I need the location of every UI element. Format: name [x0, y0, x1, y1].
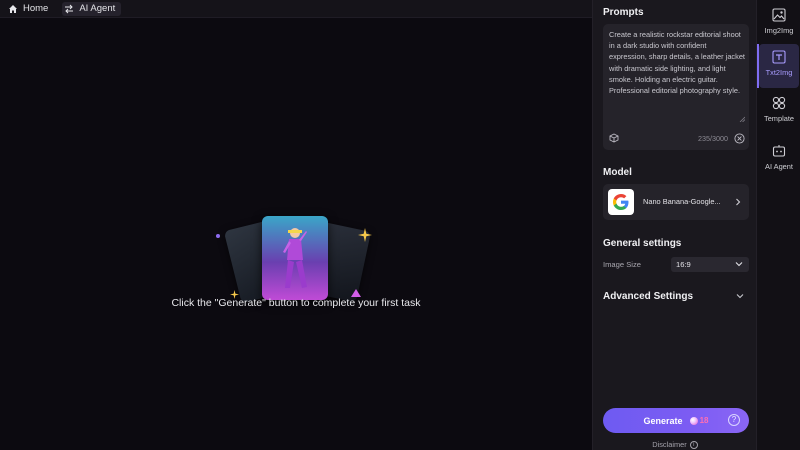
home-button[interactable]: Home [6, 2, 54, 16]
home-icon [9, 4, 17, 13]
swap-icon [65, 4, 74, 13]
empty-state-illustration [210, 206, 380, 306]
result-canvas: Click the "Generate" button to complete … [0, 19, 592, 450]
ai-agent-tab[interactable]: AI Agent [62, 1, 122, 16]
prompt-text: Create a realistic rockstar editorial sh… [609, 30, 745, 96]
google-icon [613, 194, 629, 210]
disclaimer-link[interactable]: Disclaimer i [593, 440, 757, 449]
settings-panel: Prompts Create a realistic rockstar edit… [592, 0, 756, 450]
chevron-down-icon [735, 262, 743, 267]
model-title: Model [603, 167, 632, 178]
sparkle-icon [358, 228, 372, 242]
figure-illustration [283, 228, 307, 288]
image-size-label: Image Size [603, 260, 641, 269]
advanced-settings-title[interactable]: Advanced Settings [603, 291, 693, 302]
info-icon: i [689, 440, 698, 449]
rail-item-txt2img[interactable]: Txt2Img [757, 44, 799, 88]
generate-label: Generate [643, 415, 683, 426]
image-size-value: 16:9 [676, 260, 691, 269]
chevron-right-icon [736, 198, 741, 206]
prompts-title: Prompts [603, 7, 644, 18]
rail-item-img2img[interactable]: Img2Img [759, 2, 799, 46]
agent-icon [772, 145, 786, 157]
clear-icon[interactable] [734, 132, 745, 144]
preview-card [262, 216, 328, 300]
google-logo [608, 189, 634, 215]
top-nav-bar: Home AI Agent [0, 0, 592, 18]
credit-gem-icon [689, 416, 698, 425]
credit-count: 18 [699, 416, 709, 425]
triangle-decoration [351, 289, 361, 297]
prompt-textarea[interactable]: Create a realistic rockstar editorial sh… [603, 24, 749, 150]
rail-item-ai-agent[interactable]: AI Agent [759, 138, 799, 182]
image-icon [772, 8, 786, 22]
text-image-icon [772, 50, 786, 64]
home-label: Home [23, 3, 49, 14]
general-settings-title: General settings [603, 238, 682, 249]
cube-icon[interactable] [609, 133, 619, 143]
chevron-down-icon[interactable] [736, 293, 744, 299]
rail-label: AI Agent [765, 162, 793, 171]
help-icon[interactable]: ? [728, 414, 740, 426]
generate-button[interactable]: Generate 18 ? [603, 408, 749, 433]
image-size-select[interactable]: 16:9 [671, 257, 749, 272]
model-selector[interactable]: Nano Banana-Google... [603, 184, 749, 220]
rail-label: Img2Img [764, 26, 794, 35]
grid-icon [772, 96, 786, 110]
dot-decoration [216, 234, 220, 238]
tool-rail: Img2Img Txt2Img Template AI Agent [756, 0, 800, 450]
disclaimer-label: Disclaimer [652, 440, 687, 449]
rail-label: Template [764, 114, 794, 123]
empty-state-hint: Click the "Generate" button to complete … [171, 297, 421, 309]
model-name: Nano Banana-Google... [643, 197, 721, 206]
ai-agent-label: AI Agent [79, 3, 116, 14]
rail-item-template[interactable]: Template [759, 90, 799, 134]
prompt-footer: 235/3000 [609, 132, 745, 144]
rail-label: Txt2Img [765, 68, 793, 77]
resize-handle-icon[interactable] [739, 116, 745, 122]
char-count: 235/3000 [698, 133, 728, 143]
